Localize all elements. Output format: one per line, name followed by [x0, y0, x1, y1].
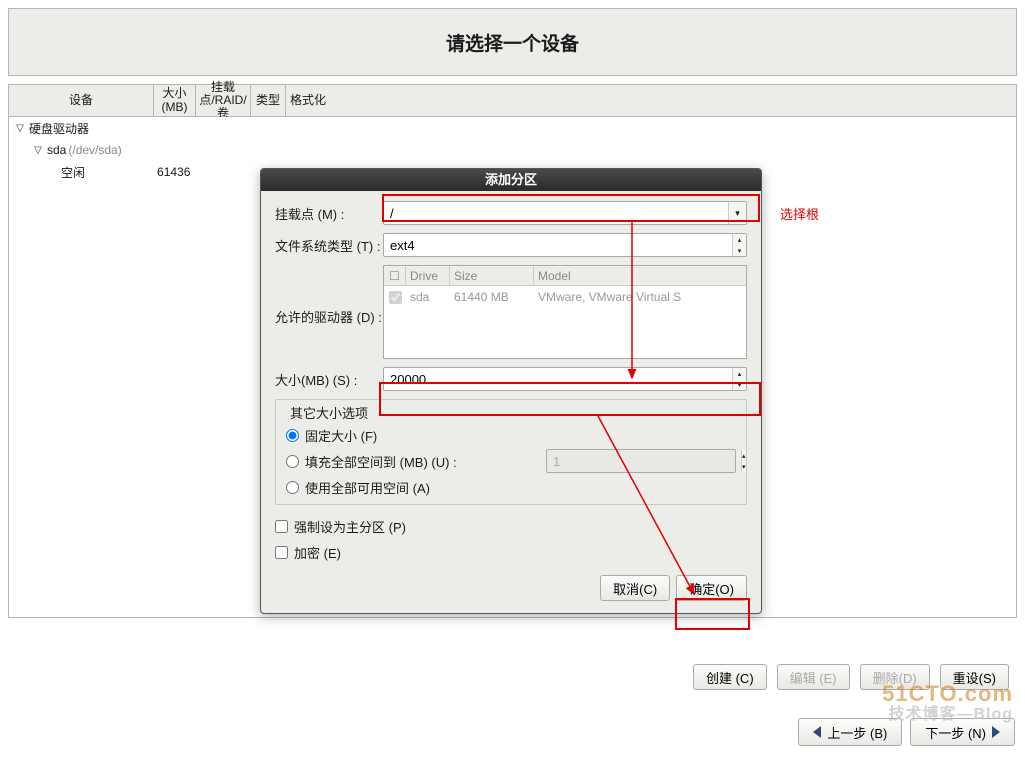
fs-combo[interactable]: ▴▾	[383, 233, 747, 257]
col-device[interactable]: 设备	[9, 85, 154, 116]
drive-row-sda[interactable]: sda 61440 MB VMware, VMware Virtual S	[384, 286, 746, 308]
fs-label: 文件系统类型 (T) :	[275, 236, 383, 255]
cancel-button[interactable]: 取消(C)	[600, 575, 670, 601]
drive-col-size[interactable]: Size	[450, 266, 534, 285]
check-primary-row[interactable]: 强制设为主分区 (P)	[275, 513, 747, 539]
check-encrypt-row[interactable]: 加密 (E)	[275, 539, 747, 565]
tree-sda-label: sda	[47, 143, 66, 157]
drive-model-val: VMware, VMware Virtual S	[534, 290, 746, 304]
tree-root-label: 硬盘驱动器	[29, 120, 89, 137]
size-spinner[interactable]: ▴▾	[383, 367, 747, 391]
watermark-line1: 51CTO.com	[882, 682, 1013, 706]
size-input[interactable]	[384, 368, 732, 390]
next-label: 下一步 (N)	[925, 723, 986, 742]
fs-row: 文件系统类型 (T) : ▴▾	[275, 233, 747, 257]
size-row: 大小(MB) (S) : ▴▾	[275, 367, 747, 391]
tree-free-label: 空闲	[61, 164, 85, 181]
check-primary-label: 强制设为主分区 (P)	[294, 517, 406, 536]
drives-row: 允许的驱动器 (D) : ☐ Drive Size Model sda 6144…	[275, 265, 747, 359]
tree-root-row[interactable]: ▽ 硬盘驱动器	[9, 117, 1016, 139]
tree-sda-dev: (/dev/sda)	[68, 143, 121, 157]
arrow-right-icon	[992, 726, 1000, 738]
radio-fixed-label: 固定大小 (F)	[305, 426, 377, 445]
page-title: 请选择一个设备	[9, 9, 1016, 75]
watermark: 51CTO.com 技术博客—Blog	[882, 682, 1013, 724]
radio-fill-to[interactable]	[286, 455, 299, 468]
radio-fill-all[interactable]	[286, 481, 299, 494]
col-format[interactable]: 格式化	[286, 85, 330, 116]
drive-col-model[interactable]: Model	[534, 266, 746, 285]
fill-to-input	[547, 450, 735, 472]
tree-free-size: 61436	[157, 165, 190, 179]
drive-col-drive[interactable]: Drive	[406, 266, 450, 285]
watermark-line2: 技术博客—Blog	[882, 706, 1013, 724]
spinner-buttons[interactable]: ▴▾	[732, 368, 746, 390]
arrow-left-icon	[813, 726, 821, 738]
mount-label: 挂载点 (M) :	[275, 204, 383, 223]
drives-label: 允许的驱动器 (D) :	[275, 307, 383, 326]
back-label: 上一步 (B)	[827, 723, 887, 742]
radio-fixed[interactable]	[286, 429, 299, 442]
check-encrypt-label: 加密 (E)	[294, 543, 341, 562]
annotation-select-root: 选择根	[780, 204, 819, 223]
radio-fill-all-row[interactable]: 使用全部可用空间 (A)	[286, 474, 736, 500]
expand-icon[interactable]: ▽	[13, 123, 27, 134]
col-rest	[330, 85, 1016, 116]
drives-header: ☐ Drive Size Model	[384, 266, 746, 286]
col-type[interactable]: 类型	[251, 85, 286, 116]
add-partition-dialog: 添加分区 挂载点 (M) : ▾ 文件系统类型 (T) : ▴▾ 允许的驱动器 …	[260, 168, 762, 614]
dialog-buttons: 取消(C) 确定(O)	[275, 575, 747, 601]
radio-fill-to-row[interactable]: 填充全部空间到 (MB) (U) : ▴▾	[286, 448, 736, 474]
title-panel: 请选择一个设备	[8, 8, 1017, 76]
radio-fill-all-label: 使用全部可用空间 (A)	[305, 478, 430, 497]
drives-table[interactable]: ☐ Drive Size Model sda 61440 MB VMware, …	[383, 265, 747, 359]
check-primary[interactable]	[275, 520, 288, 533]
extra-size-fieldset: 其它大小选项 固定大小 (F) 填充全部空间到 (MB) (U) : ▴▾ 使用…	[275, 399, 747, 505]
spinner-buttons: ▴▾	[741, 450, 746, 472]
fs-input[interactable]	[384, 234, 732, 256]
radio-fill-to-label: 填充全部空间到 (MB) (U) :	[305, 452, 457, 471]
fill-to-spinner: ▴▾	[546, 449, 736, 473]
col-size[interactable]: 大小(MB)	[154, 85, 196, 116]
combo-spin-icon[interactable]: ▴▾	[732, 234, 746, 256]
drive-checkbox	[389, 291, 402, 304]
drive-size-val: 61440 MB	[450, 290, 534, 304]
size-label: 大小(MB) (S) :	[275, 370, 383, 389]
tree-sda-row[interactable]: ▽ sda (/dev/sda)	[9, 139, 1016, 161]
check-encrypt[interactable]	[275, 546, 288, 559]
dialog-title: 添加分区	[261, 169, 761, 191]
drive-name: sda	[406, 290, 450, 304]
mount-row: 挂载点 (M) : ▾	[275, 201, 747, 225]
col-mount[interactable]: 挂载点/RAID/卷	[196, 85, 251, 116]
expand-icon[interactable]: ▽	[31, 145, 45, 156]
create-button[interactable]: 创建 (C)	[693, 664, 767, 690]
drive-col-check: ☐	[384, 266, 406, 285]
ok-button[interactable]: 确定(O)	[676, 575, 747, 601]
tree-free-row[interactable]: 空闲 61436	[9, 161, 209, 183]
mount-combo[interactable]: ▾	[383, 201, 747, 225]
chevron-down-icon[interactable]: ▾	[728, 202, 746, 224]
extra-size-legend: 其它大小选项	[286, 403, 372, 422]
edit-button: 编辑 (E)	[777, 664, 850, 690]
device-table-header: 设备 大小(MB) 挂载点/RAID/卷 类型 格式化	[9, 85, 1016, 117]
mount-input[interactable]	[384, 202, 728, 224]
radio-fixed-row[interactable]: 固定大小 (F)	[286, 422, 736, 448]
dialog-body: 挂载点 (M) : ▾ 文件系统类型 (T) : ▴▾ 允许的驱动器 (D) :	[261, 191, 761, 613]
